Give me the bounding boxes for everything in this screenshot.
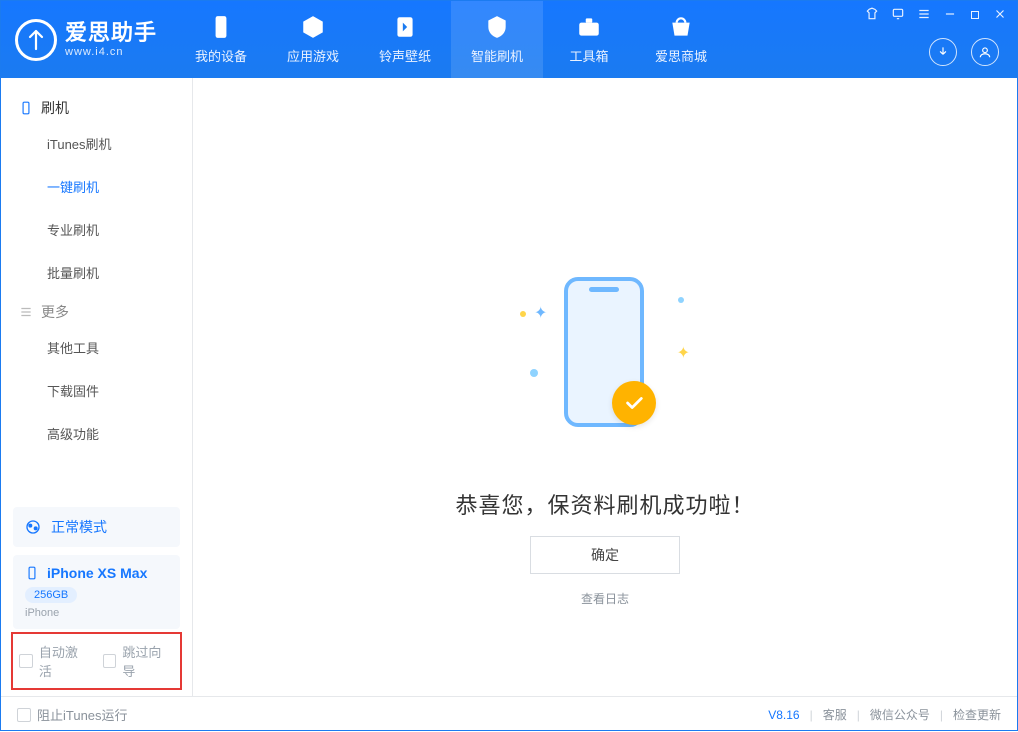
- success-message: 恭喜您，保资料刷机成功啦！: [193, 488, 1017, 520]
- success-check-icon: [612, 381, 656, 425]
- separator: |: [857, 708, 860, 722]
- sidebar-group-label: 刷机: [41, 98, 69, 118]
- tab-toolbox[interactable]: 工具箱: [543, 1, 635, 78]
- checkbox-label: 阻止iTunes运行: [37, 705, 128, 724]
- sidebar-item-one-click-flash[interactable]: 一键刷机: [1, 165, 192, 208]
- status-bar: 阻止iTunes运行 V8.16 | 客服 | 微信公众号 | 检查更新: [1, 696, 1017, 732]
- sparkle-icon: [530, 369, 538, 377]
- tab-label: 应用游戏: [287, 46, 339, 65]
- sidebar-item-advanced[interactable]: 高级功能: [1, 412, 192, 455]
- app-logo-icon: [15, 19, 57, 61]
- checkbox-label: 跳过向导: [122, 642, 174, 680]
- checkbox-auto-activate[interactable]: 自动激活: [19, 642, 91, 680]
- device-mode-label: 正常模式: [51, 517, 107, 537]
- main-content: ✦ ✦ 恭喜您，保资料刷机成功啦！ 确定 查看日志: [193, 78, 1017, 696]
- checkbox-icon: [19, 654, 33, 668]
- tab-label: 我的设备: [195, 46, 247, 65]
- sparkle-icon: ✦: [677, 343, 690, 363]
- device-mode-box[interactable]: 正常模式: [13, 507, 180, 547]
- sparkle-icon: [678, 297, 684, 303]
- brand: 爱思助手 www.i4.cn: [1, 1, 175, 78]
- tab-ringtones-wallpapers[interactable]: 铃声壁纸: [359, 1, 451, 78]
- sidebar-item-batch-flash[interactable]: 批量刷机: [1, 251, 192, 294]
- sidebar-item-itunes-flash[interactable]: iTunes刷机: [1, 122, 192, 165]
- sidebar-item-pro-flash[interactable]: 专业刷机: [1, 208, 192, 251]
- app-subtitle: www.i4.cn: [65, 46, 157, 58]
- checkbox-block-itunes[interactable]: 阻止iTunes运行: [17, 705, 128, 724]
- separator: |: [810, 708, 813, 722]
- sparkle-icon: [520, 311, 526, 317]
- tab-smart-flash[interactable]: 智能刷机: [451, 1, 543, 78]
- device-name: iPhone XS Max: [47, 565, 147, 581]
- window-controls: [865, 7, 1007, 24]
- ok-button[interactable]: 确定: [530, 536, 680, 574]
- view-log-link[interactable]: 查看日志: [193, 590, 1017, 607]
- minimize-icon[interactable]: [943, 7, 957, 24]
- sidebar-item-other-tools[interactable]: 其他工具: [1, 326, 192, 369]
- separator: |: [940, 708, 943, 722]
- sidebar-group-more: 更多: [1, 294, 192, 326]
- success-illustration: ✦ ✦: [520, 273, 690, 443]
- sidebar-group-label: 更多: [41, 302, 69, 322]
- title-bar: 爱思助手 www.i4.cn 我的设备 应用游戏 铃声壁纸 智能刷机 工具箱 爱…: [1, 1, 1017, 78]
- tab-label: 智能刷机: [471, 46, 523, 65]
- tab-label: 爱思商城: [655, 46, 707, 65]
- tab-apps-games[interactable]: 应用游戏: [267, 1, 359, 78]
- tab-label: 铃声壁纸: [379, 46, 431, 65]
- checkbox-icon: [17, 708, 31, 722]
- maximize-icon[interactable]: [969, 8, 981, 24]
- highlighted-options-row: 自动激活 跳过向导: [11, 632, 182, 690]
- version-label: V8.16: [768, 708, 799, 722]
- account-button[interactable]: [971, 38, 999, 66]
- sidebar-group-flash: 刷机: [1, 90, 192, 122]
- menu-icon[interactable]: [917, 7, 931, 24]
- tab-my-device[interactable]: 我的设备: [175, 1, 267, 78]
- device-info-box[interactable]: iPhone XS Max 256GB iPhone: [13, 555, 180, 629]
- status-link-wechat[interactable]: 微信公众号: [870, 706, 930, 723]
- checkbox-skip-guide[interactable]: 跳过向导: [103, 642, 175, 680]
- feedback-icon[interactable]: [891, 7, 905, 24]
- status-link-support[interactable]: 客服: [823, 706, 847, 723]
- download-button[interactable]: [929, 38, 957, 66]
- sidebar-item-download-firmware[interactable]: 下载固件: [1, 369, 192, 412]
- tab-label: 工具箱: [570, 46, 609, 65]
- status-link-check-update[interactable]: 检查更新: [953, 706, 1001, 723]
- skin-icon[interactable]: [865, 7, 879, 24]
- sidebar: 刷机 iTunes刷机 一键刷机 专业刷机 批量刷机 更多 其他工具 下载固件 …: [1, 78, 193, 696]
- device-platform: iPhone: [25, 607, 168, 619]
- app-title: 爱思助手: [65, 21, 157, 45]
- phone-icon: [25, 566, 39, 580]
- close-icon[interactable]: [993, 7, 1007, 24]
- device-storage-badge: 256GB: [25, 587, 77, 603]
- checkbox-label: 自动激活: [39, 642, 91, 680]
- sparkle-icon: ✦: [534, 303, 547, 323]
- header-user-controls: [929, 38, 999, 66]
- checkbox-icon: [103, 654, 117, 668]
- nav-tabs: 我的设备 应用游戏 铃声壁纸 智能刷机 工具箱 爱思商城: [175, 1, 727, 78]
- tab-store[interactable]: 爱思商城: [635, 1, 727, 78]
